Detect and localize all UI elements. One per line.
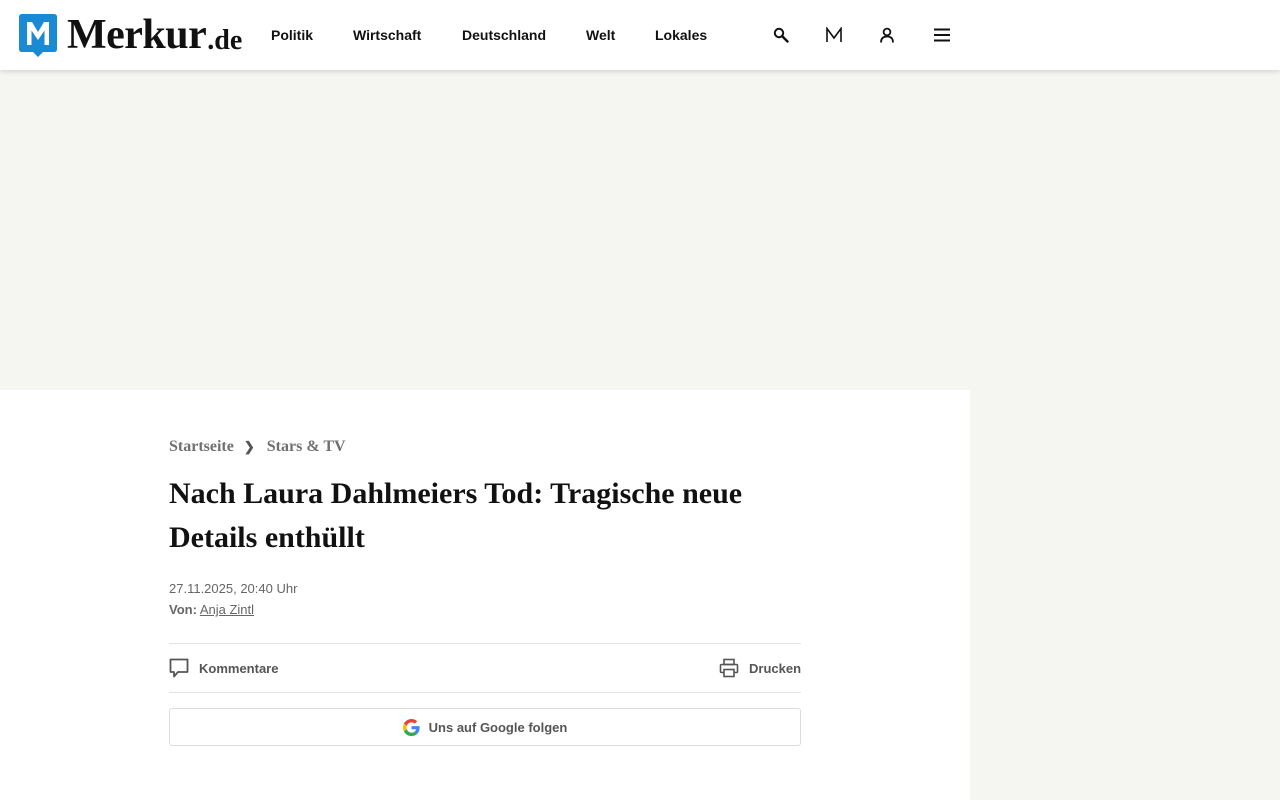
author-label: Von: [169, 602, 197, 617]
divider-top [169, 643, 801, 644]
breadcrumb-home-link[interactable]: Startseite [169, 438, 234, 456]
nav-item-politik[interactable]: Politik [271, 26, 313, 44]
site-header: Merkur .de Politik Wirtschaft Deutschlan… [0, 0, 1280, 70]
user-account-icon [880, 27, 894, 43]
article-container: Startseite ❯ Stars & TV Nach Laura Dahlm… [0, 390, 970, 800]
logo-wordmark: Merkur [67, 12, 207, 58]
breadcrumb-section-link[interactable]: Stars & TV [267, 438, 346, 456]
author-link[interactable]: Anja Zintl [200, 602, 254, 617]
search-icon [773, 27, 789, 43]
google-follow-label: Uns auf Google folgen [428, 719, 568, 735]
article-byline: Von: Anja Zintl [169, 602, 254, 618]
google-follow-button[interactable]: Uns auf Google folgen [169, 708, 801, 746]
chevron-right-icon: ❯ [243, 439, 255, 454]
comments-button[interactable]: Kommentare [169, 656, 278, 680]
merkur-plus-button[interactable] [821, 22, 847, 48]
nav-item-wirtschaft[interactable]: Wirtschaft [353, 26, 421, 44]
menu-hamburger-icon [934, 28, 950, 42]
article-headline: Nach Laura Dahlmeiers Tod: Tragische neu… [169, 477, 743, 554]
breadcrumb: Startseite ❯ Stars & TV [169, 438, 346, 456]
merkur-logo-icon [19, 14, 57, 57]
print-label: Drucken [749, 660, 802, 676]
google-g-icon [402, 718, 420, 736]
nav-item-lokales[interactable]: Lokales [655, 26, 707, 44]
comment-icon [169, 658, 189, 678]
advertisement-slot [0, 70, 1280, 390]
divider-bottom [169, 692, 801, 693]
logo-domain-suffix: .de [207, 25, 243, 56]
article-date: 27.11.2025, 20:40 Uhr [169, 581, 298, 596]
merkur-m-icon [826, 27, 842, 42]
menu-button[interactable] [929, 22, 955, 48]
comments-label: Kommentare [199, 660, 279, 676]
printer-icon [719, 658, 739, 678]
search-button[interactable] [768, 22, 794, 48]
site-logo[interactable]: Merkur .de [18, 11, 242, 59]
user-account-button[interactable] [874, 22, 900, 48]
print-button[interactable]: Drucken [719, 656, 801, 680]
nav-item-deutschland[interactable]: Deutschland [462, 26, 546, 44]
nav-item-welt[interactable]: Welt [586, 26, 615, 44]
